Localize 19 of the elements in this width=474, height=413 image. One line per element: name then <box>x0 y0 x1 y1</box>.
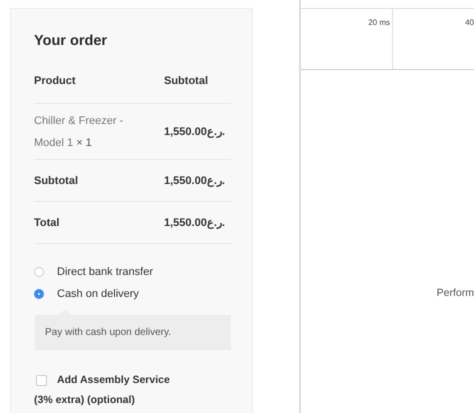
order-title: Your order <box>34 33 108 49</box>
total-label: Subtotal <box>34 174 79 186</box>
column-header: Product <box>34 75 77 87</box>
price: 1,550.00ر.ع. <box>164 216 226 229</box>
message-text: Perform <box>436 287 474 299</box>
price: 1,550.00ر.ع. <box>164 174 226 187</box>
radio-button[interactable] <box>34 267 44 277</box>
price: 1,550.00ر.ع. <box>164 125 226 138</box>
payment-method-label[interactable]: Direct bank transfer <box>57 266 153 278</box>
payment-description: Pay with cash upon delivery. <box>35 315 231 350</box>
tick-label: 40 <box>465 18 474 27</box>
assembly-service-label[interactable]: Add Assembly Service (3% extra) (optional) <box>34 370 184 410</box>
product-name: Chiller & Freezer - Model 1 × 1 <box>34 114 124 150</box>
column-header: Subtotal <box>164 75 209 87</box>
payment-method-label[interactable]: Cash on delivery <box>57 288 139 300</box>
tick-label: 20 ms <box>368 18 390 27</box>
checkbox[interactable] <box>36 375 47 386</box>
radio-button[interactable] <box>34 289 44 299</box>
total-label: Total <box>34 216 60 228</box>
